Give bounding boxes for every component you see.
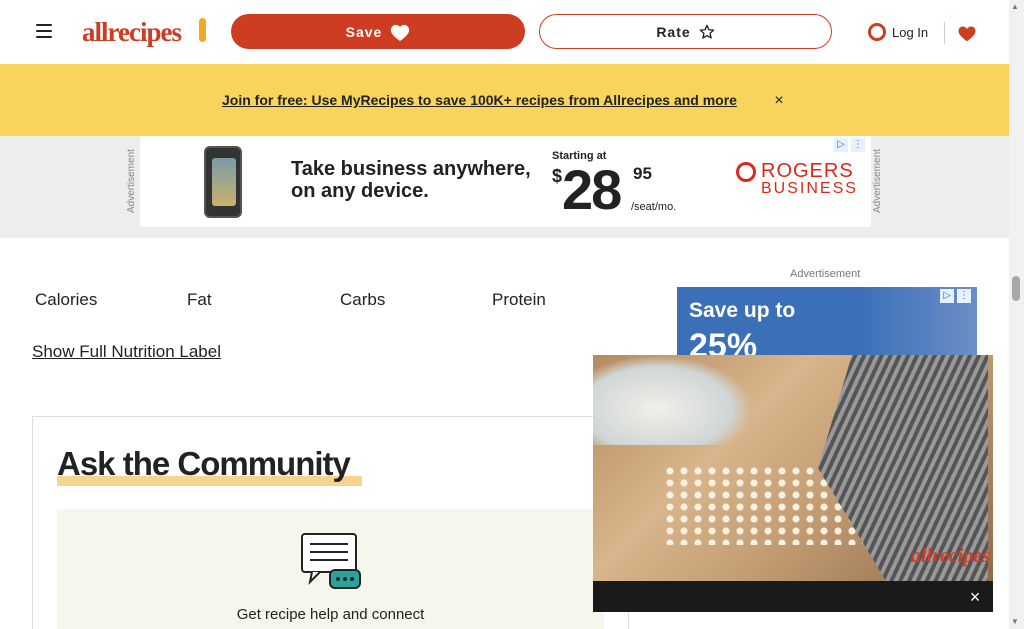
nutrition-value [489,256,629,286]
right-ad-label: Advertisement [790,268,861,280]
scroll-thumb[interactable] [1012,276,1020,301]
nutrition-label: Carbs [340,290,386,309]
scroll-up-icon[interactable]: ▲ [1011,2,1019,11]
ad-brand: ROGERS BUSINESS [736,160,858,198]
login-label: Log In [892,24,929,40]
video-player[interactable]: allrecipes [593,355,993,612]
site-logo[interactable]: allrecipes [78,14,210,50]
star-icon [699,24,715,39]
menu-icon[interactable] [31,18,57,44]
nutrition-label: Calories [35,290,98,309]
header-divider [944,22,945,44]
close-banner-icon[interactable]: × [770,91,788,111]
scrollbar[interactable] [1009,0,1024,629]
ad-price-cents: 95 [633,164,652,183]
page: allrecipes Save Rate Log In Join for fre… [0,0,1024,629]
scroll-down-icon[interactable]: ▼ [1011,617,1019,626]
heart-icon [958,26,976,42]
ad-options-icon: ⋮ [957,289,971,303]
nutrition-value [184,256,324,286]
video-frame: allrecipes [593,355,993,581]
close-video-icon[interactable]: × [963,585,987,609]
rate-label: Rate [656,23,691,40]
video-watermark: allrecipes [911,545,990,567]
chat-bubble-icon [301,533,361,589]
nutrition-value [337,256,477,286]
join-free-link[interactable]: Join for free: Use MyRecipes to save 100… [222,88,756,112]
ad-price-unit: /seat/mo. [631,201,677,213]
top-advertisement[interactable]: Take business anywhere, on any device. S… [140,136,871,227]
saved-recipes-button[interactable] [955,20,979,46]
site-header: allrecipes Save Rate Log In [0,0,1009,64]
login-button[interactable]: Log In [868,20,934,44]
ad-choices-icon: ▷ [834,138,848,152]
ad-options-icon: ⋮ [851,138,865,152]
user-icon [868,23,886,41]
ad-brand-line1: ROGERS [761,160,854,182]
nutrition-calories: Calories [32,256,172,316]
ad-side-label-right: Advertisement [872,149,883,213]
community-text: Get recipe help and connect [236,606,425,623]
logo-text: allrecipes [82,17,182,47]
save-button[interactable]: Save [231,14,525,49]
logo-mark-icon [199,18,206,42]
nutrition-label: Fat [187,290,212,309]
nutrition-fat: Fat [184,256,324,316]
ad-headline: Take business anywhere, on any device. [291,158,531,202]
nutrition-value [32,256,172,286]
rate-button[interactable]: Rate [539,14,832,49]
nutrition-label: Protein [492,290,546,309]
phone-image [204,146,242,218]
ad-choices-icon: ▷ [940,289,954,303]
ad-side-label-left: Advertisement [126,149,137,213]
nutrition-protein: Protein [489,256,629,316]
ad-price: 28 [562,158,622,221]
save-label: Save [345,23,383,40]
heart-icon [391,24,410,41]
nutrition-carbs: Carbs [337,256,477,316]
ad-brand-line2: BUSINESS [761,180,858,197]
bowl-image [593,355,753,445]
ad-dollar-sign: $ [552,166,563,186]
show-full-nutrition-link[interactable]: Show Full Nutrition Label [32,342,221,362]
right-ad-line1: Save up to [689,299,796,322]
community-title: Ask the Community [57,445,351,482]
ad-choices[interactable]: ▷ ⋮ [940,289,971,303]
ad-choices[interactable]: ▷ ⋮ [834,138,865,152]
